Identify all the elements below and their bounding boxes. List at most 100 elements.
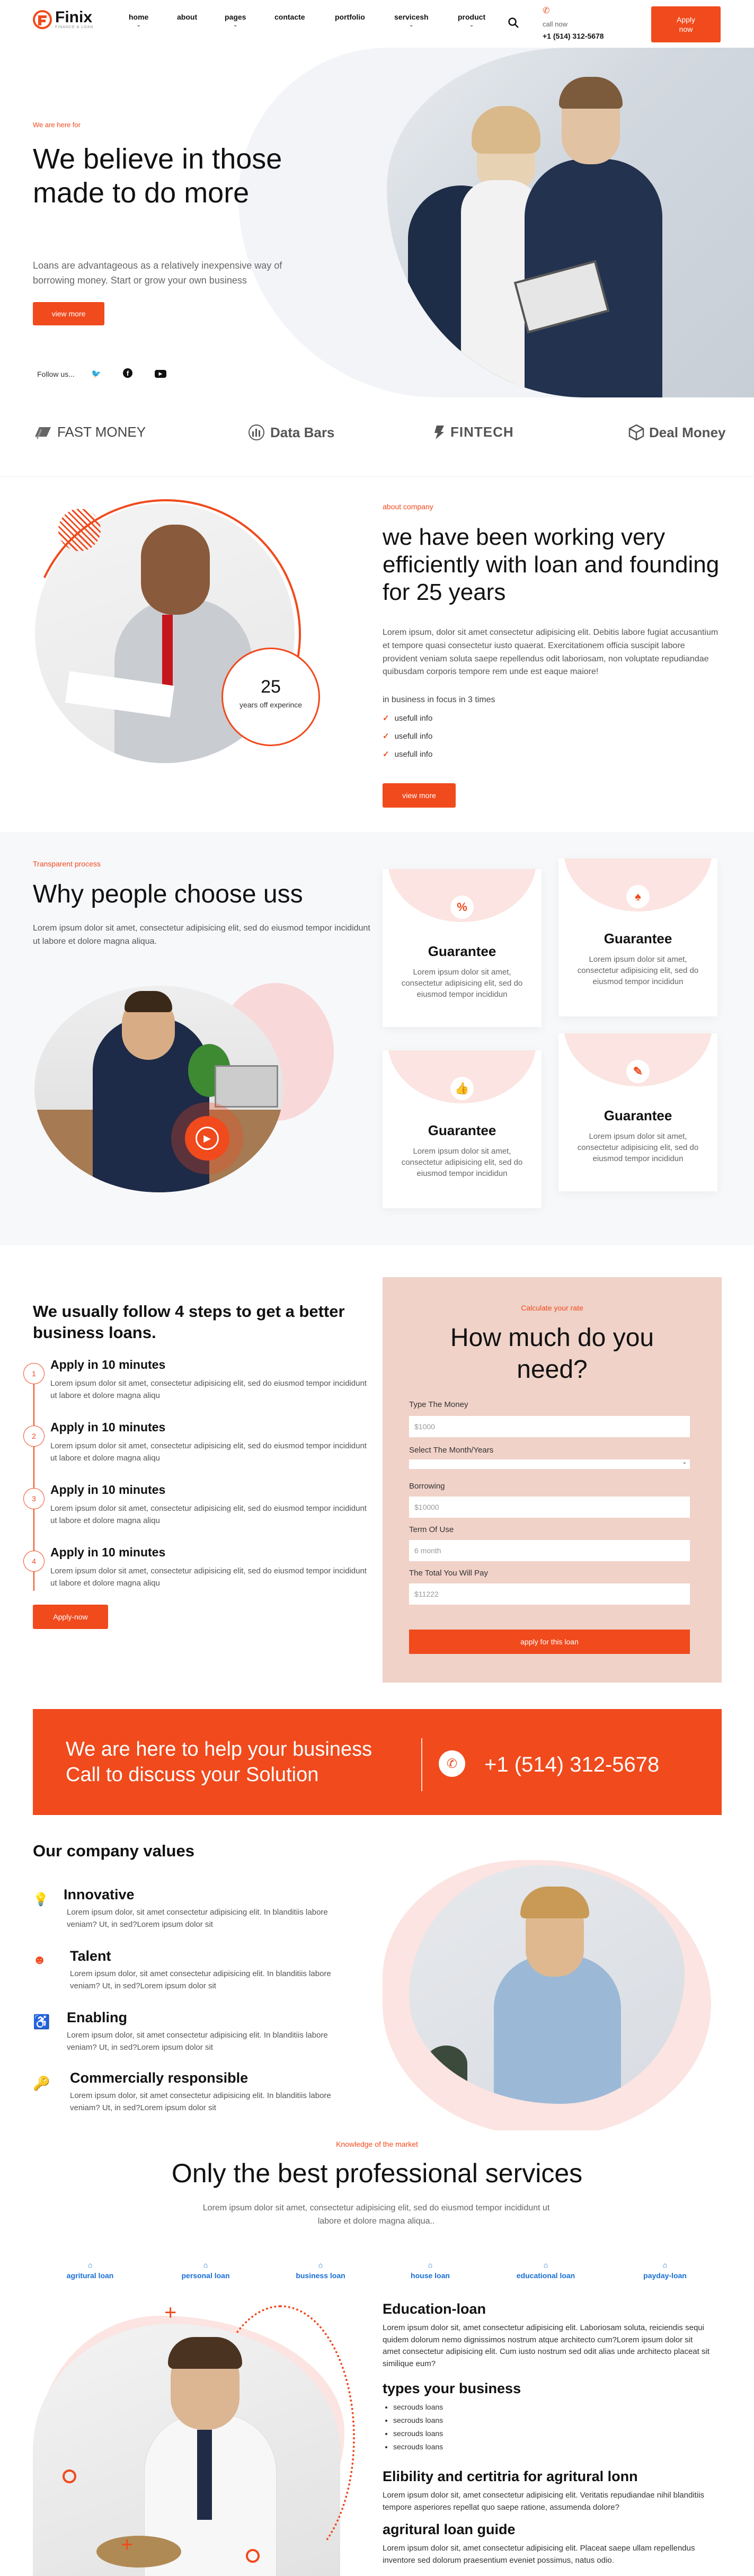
- tab-business-loan[interactable]: ⌂ business loan: [283, 2261, 358, 2280]
- apply-now-steps-button[interactable]: Apply-now: [33, 1605, 108, 1629]
- money-bag-icon: ♠: [626, 885, 650, 908]
- feature-card-title: Guarantee: [604, 931, 672, 946]
- step-title: Apply in 10 minutes: [50, 1358, 166, 1371]
- pencil-icon: ✎: [626, 1060, 650, 1083]
- check-icon: ✓: [383, 714, 389, 723]
- fintech-logo-icon: [434, 425, 444, 439]
- value-text: Lorem ipsum dolor, sit amet consectetur …: [70, 1969, 331, 1990]
- check-icon: ✓: [383, 732, 389, 741]
- logo-text: Finix: [55, 8, 93, 26]
- steps-title: We usually follow 4 steps to get a bette…: [33, 1302, 345, 1342]
- services-paragraph-4: Lorem ipsum dolor sit, amet consectetur …: [383, 2544, 695, 2565]
- calc-title: How much do you need?: [450, 1324, 654, 1384]
- apply-loan-button[interactable]: apply for this loan: [409, 1630, 690, 1654]
- home-icon: ⌂: [543, 2261, 548, 2269]
- about-view-more-button[interactable]: view more: [383, 783, 456, 808]
- brand-fintech: FINTECH: [432, 424, 514, 440]
- services-heading-1: Education-loan: [383, 2301, 486, 2317]
- step-number: 4: [23, 1551, 45, 1572]
- calc-eyebrow: Calculate your rate: [521, 1304, 583, 1312]
- logo-icon: [33, 10, 52, 29]
- feature-card: 👍 Guarantee Lorem ipsum dolor sit amet, …: [383, 1050, 542, 1208]
- cta-divider: [421, 1738, 422, 1791]
- values-section: Our company values 💡 Innovative Lorem ip…: [0, 1828, 754, 2136]
- check-icon: ✓: [383, 750, 389, 759]
- play-icon: ▶: [196, 1127, 219, 1150]
- cta-phone[interactable]: +1 (514) 312-5678: [484, 1753, 659, 1777]
- term-label: Term Of Use: [409, 1525, 454, 1534]
- hero-eyebrow: We are here for: [33, 121, 81, 129]
- tab-personal-loan[interactable]: ⌂ personal loan: [168, 2261, 243, 2280]
- feature-card-title: Guarantee: [428, 1122, 496, 1138]
- brand-deal-money: Deal Money: [628, 424, 726, 441]
- ring-decoration: [63, 2469, 76, 2483]
- borrowing-input[interactable]: $10000: [409, 1497, 690, 1518]
- value-title: Enabling: [67, 2010, 127, 2025]
- hero-view-more-button[interactable]: view more: [33, 302, 104, 325]
- list-item: secrouds loans: [393, 2401, 443, 2414]
- step-title: Apply in 10 minutes: [50, 1420, 166, 1434]
- services-heading-2: types your business: [383, 2380, 521, 2396]
- step-text: Lorem ipsum dolor sit amet, consectetur …: [50, 1504, 367, 1525]
- cta-line1: We are here to help your business: [66, 1738, 372, 1760]
- nav-product[interactable]: product ⌄: [458, 13, 485, 28]
- nav-about[interactable]: about: [177, 13, 197, 22]
- experience-label: years off experince: [239, 701, 303, 709]
- twitter-icon[interactable]: 🐦: [91, 369, 101, 378]
- nav-servicesh[interactable]: servicesh ⌄: [394, 13, 429, 28]
- why-section: Transparent process Why people choose us…: [0, 832, 754, 1245]
- header-phone[interactable]: +1 (514) 312-5678: [543, 32, 604, 40]
- services-paragraph-3: Lorem ipsum dolor sit, amet consectetur …: [383, 2491, 704, 2512]
- month-select[interactable]: ⌄: [409, 1459, 690, 1469]
- follow-us-label: Follow us...: [37, 370, 75, 378]
- values-title: Our company values: [33, 1842, 194, 1860]
- video-play-button[interactable]: ▶: [171, 1102, 243, 1174]
- value-title: Commercially responsible: [70, 2070, 249, 2086]
- home-icon: ⌂: [662, 2261, 668, 2269]
- feature-card-text: Lorem ipsum dolor sit amet, consectetur …: [577, 955, 699, 986]
- facebook-icon[interactable]: f: [123, 368, 132, 378]
- key-icon: 🔑: [33, 2075, 50, 2091]
- loan-calculator: Calculate your rate How much do you need…: [383, 1277, 722, 1683]
- list-item: secrouds loans: [393, 2427, 443, 2440]
- search-icon[interactable]: [508, 17, 519, 29]
- nav-contacte[interactable]: contacte: [274, 13, 305, 22]
- tab-educational-loan[interactable]: ⌂ educational loan: [509, 2261, 583, 2280]
- brands-bar: FAST MONEY Data Bars FINTECH Deal Money: [0, 397, 754, 477]
- services-paragraph-1: Lorem ipsum dolor sit, amet consectetur …: [383, 2323, 709, 2368]
- apply-now-button[interactable]: Apply now: [651, 6, 721, 42]
- values-photo: [409, 1865, 685, 2104]
- logo-tagline: FINANCE & LOAN: [55, 25, 94, 29]
- youtube-icon[interactable]: ▶: [155, 370, 166, 378]
- logo[interactable]: Finix FINANCE & LOAN: [33, 10, 93, 29]
- why-text: Lorem ipsum dolor sit amet, consectetur …: [33, 924, 370, 946]
- value-text: Lorem ipsum dolor, sit amet consectetur …: [67, 2031, 328, 2052]
- business-types-list: secrouds loans secrouds loans secrouds l…: [383, 2401, 443, 2454]
- tab-agritural-loan[interactable]: ⌂ agritural loan: [53, 2261, 127, 2280]
- tab-house-loan[interactable]: ⌂ house loan: [393, 2261, 467, 2280]
- borrowing-label: Borrowing: [409, 1482, 445, 1491]
- step-text: Lorem ipsum dolor sit amet, consectetur …: [50, 1379, 367, 1400]
- hero-text: Loans are advantageous as a relatively i…: [33, 260, 282, 286]
- check-item: ✓ usefull info: [383, 732, 433, 741]
- tab-payday-loan[interactable]: ⌂ payday-loan: [628, 2261, 702, 2280]
- total-input[interactable]: $11222: [409, 1583, 690, 1605]
- cta-phone-icon: ✆: [439, 1750, 465, 1777]
- home-icon: ⌂: [318, 2261, 323, 2269]
- about-title: we have been working very efficiently wi…: [383, 524, 720, 605]
- cta-banner: We are here to help your business Call t…: [33, 1709, 722, 1815]
- why-eyebrow: Transparent process: [33, 860, 101, 868]
- feature-card-text: Lorem ipsum dolor sit amet, consectetur …: [401, 1147, 523, 1178]
- term-input[interactable]: 6 month: [409, 1540, 690, 1561]
- nav-portfolio[interactable]: portfolio: [335, 13, 365, 22]
- home-icon: ⌂: [203, 2261, 208, 2269]
- nav-pages[interactable]: pages ⌄: [225, 13, 246, 28]
- feature-card-text: Lorem ipsum dolor sit amet, consectetur …: [577, 1132, 699, 1163]
- lightbulb-icon: 💡: [33, 1892, 49, 1907]
- steps-section: We usually follow 4 steps to get a bette…: [0, 1245, 754, 1683]
- money-input[interactable]: $1000: [409, 1416, 690, 1437]
- dotted-arc-decoration: [207, 2305, 355, 2570]
- nav-home[interactable]: home ⌄: [129, 13, 148, 28]
- chevron-down-icon: ⌄: [682, 1459, 687, 1465]
- services-text: Lorem ipsum dolor sit amet, consectetur …: [202, 2203, 550, 2226]
